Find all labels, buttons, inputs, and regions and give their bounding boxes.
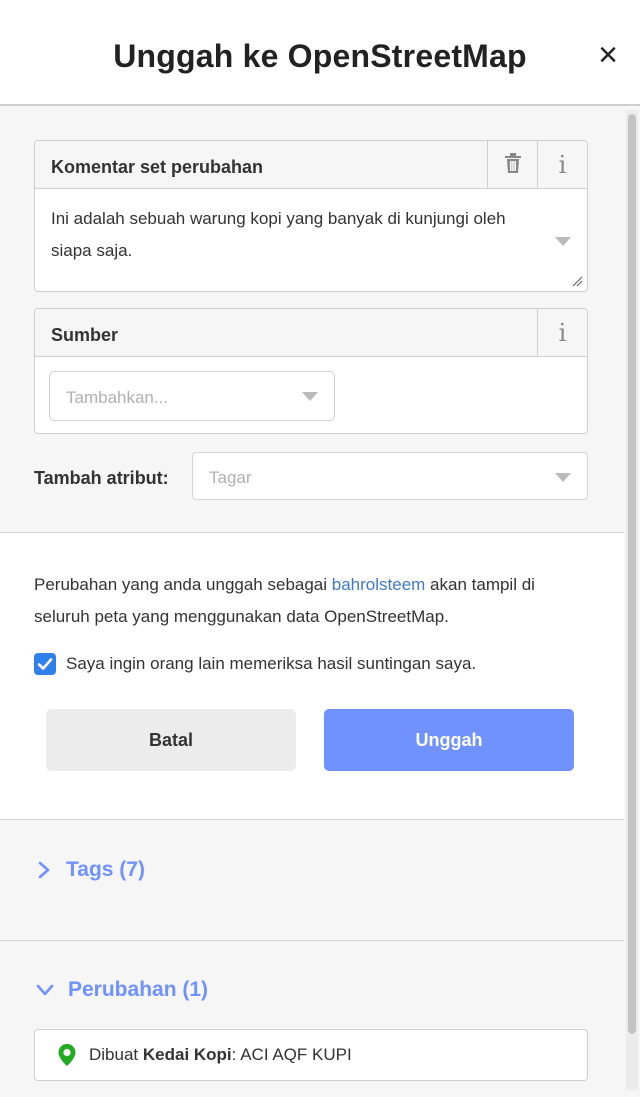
source-info-button[interactable]: i bbox=[537, 309, 587, 357]
changeset-comment-label: Komentar set perubahan bbox=[51, 157, 264, 177]
source-field: Sumber i Tambahkan... bbox=[34, 308, 588, 434]
change-prefix: Dibuat bbox=[89, 1045, 139, 1064]
panel-title: Unggah ke OpenStreetMap bbox=[113, 38, 527, 74]
scrollbar[interactable] bbox=[626, 110, 638, 1090]
review-request-label: Saya ingin orang lain memeriksa hasil su… bbox=[66, 654, 477, 673]
changeset-comment-input[interactable]: Ini adalah sebuah warung kopi yang banya… bbox=[51, 203, 541, 267]
comment-dropdown-icon[interactable] bbox=[555, 237, 571, 246]
change-description: Dibuat Kedai Kopi: ACI AQF KUPI bbox=[89, 1045, 352, 1065]
section-divider bbox=[0, 940, 624, 941]
map-pin-icon bbox=[57, 1043, 77, 1067]
hashtag-placeholder: Tagar bbox=[209, 468, 252, 487]
changeset-comment-field: Komentar set perubahan i Ini adalah sebu… bbox=[34, 140, 588, 292]
feature-type: Kedai Kopi bbox=[142, 1045, 232, 1064]
review-request-row[interactable]: Saya ingin orang lain memeriksa hasil su… bbox=[34, 651, 476, 677]
info-icon: i bbox=[558, 151, 567, 179]
source-header: Sumber i bbox=[35, 309, 587, 357]
chevron-down-icon bbox=[302, 392, 318, 401]
change-list-item[interactable]: Dibuat Kedai Kopi: ACI AQF KUPI bbox=[34, 1029, 588, 1081]
source-combo-input[interactable]: Tambahkan... bbox=[49, 371, 335, 421]
chevron-right-icon bbox=[36, 861, 52, 879]
scrollbar-thumb[interactable] bbox=[628, 114, 636, 1034]
panel-header: Unggah ke OpenStreetMap × bbox=[0, 0, 640, 106]
hashtag-label: Tambah atribut: bbox=[34, 468, 169, 488]
upload-button[interactable]: Unggah bbox=[324, 709, 574, 771]
upload-message-section: Perubahan yang anda unggah sebagai bahro… bbox=[0, 532, 624, 820]
resize-handle-icon[interactable] bbox=[571, 275, 583, 287]
review-request-checkbox[interactable] bbox=[34, 653, 56, 675]
upload-message: Perubahan yang anda unggah sebagai bahro… bbox=[34, 569, 594, 633]
trash-icon bbox=[503, 152, 523, 179]
message-text-before: Perubahan yang anda unggah sebagai bbox=[34, 575, 332, 594]
changeset-comment-header: Komentar set perubahan i bbox=[35, 141, 587, 189]
source-placeholder: Tambahkan... bbox=[66, 388, 169, 407]
tags-section-label: Tags (7) bbox=[66, 858, 145, 881]
user-link[interactable]: bahrolsteem bbox=[332, 575, 426, 594]
chevron-down-icon bbox=[36, 982, 54, 998]
checkmark-icon bbox=[37, 658, 53, 670]
close-button[interactable]: × bbox=[598, 38, 618, 72]
cancel-button[interactable]: Batal bbox=[46, 709, 296, 771]
feature-name: ACI AQF KUPI bbox=[240, 1045, 352, 1064]
chevron-down-icon bbox=[555, 473, 571, 482]
changes-section-label: Perubahan (1) bbox=[68, 978, 209, 1001]
changes-section-toggle[interactable]: Perubahan (1) bbox=[36, 978, 208, 1002]
source-label: Sumber bbox=[51, 325, 119, 345]
comment-info-button[interactable]: i bbox=[537, 141, 587, 189]
info-icon: i bbox=[558, 319, 567, 347]
hashtag-input[interactable]: Tagar bbox=[192, 452, 588, 500]
tags-section-toggle[interactable]: Tags (7) bbox=[36, 858, 145, 882]
change-separator: : bbox=[231, 1045, 237, 1064]
clear-comment-button[interactable] bbox=[487, 141, 537, 189]
